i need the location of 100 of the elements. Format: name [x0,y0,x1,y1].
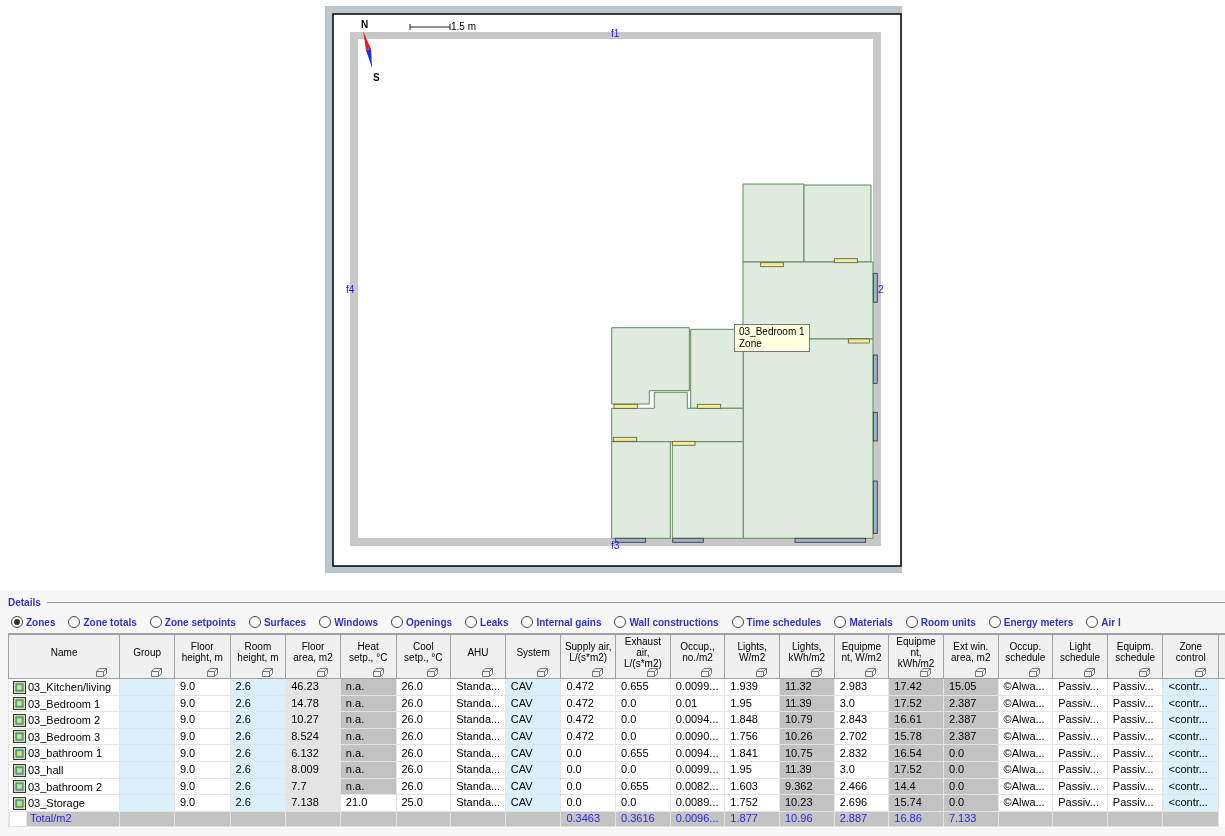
room[interactable] [803,184,872,263]
box-icon[interactable] [865,668,877,677]
box-icon[interactable] [316,668,328,677]
table-cell: 0.0 [615,711,671,729]
table-cell: Passiv... [1107,711,1163,729]
table-cell: 0.0 [560,794,616,812]
box-icon[interactable] [974,668,986,677]
zone-icon [13,763,26,777]
box-icon[interactable] [1195,668,1207,677]
table-cell: ©Alwa... [998,744,1053,762]
radio-option[interactable]: Materials [834,616,893,628]
door [671,440,696,446]
scale-bar [409,23,451,31]
room[interactable] [742,183,805,263]
facade-label: 2 [878,284,884,295]
table-cell: Standa... [450,695,506,712]
column-header[interactable]: Occup., no./m2 [670,634,725,679]
table-cell: 2.696 [834,794,889,812]
column-header[interactable]: Group [119,634,175,679]
room[interactable] [611,391,744,443]
box-icon[interactable] [701,668,713,677]
section-title: Details [8,596,41,608]
table-cell: 0.472 [560,695,616,712]
table-cell: 1.603 [724,778,780,795]
table-cell: Passiv... [1107,678,1163,696]
room[interactable] [611,441,671,539]
box-icon[interactable] [756,668,767,677]
table-cell: 9.0 [174,728,231,745]
table-cell: 1.752 [724,794,780,812]
table-cell: 3.0 [834,695,889,712]
table-cell: ©Alwa... [998,761,1053,779]
column-header[interactable]: Name [8,634,120,679]
column-header[interactable]: Exhaust air, L/(s*m2) [615,634,671,679]
column-header[interactable]: Light schedule [1052,634,1108,679]
radio-option[interactable]: Internal gains [521,616,602,628]
table-cell: 1.95 [724,695,780,712]
room[interactable] [611,327,690,405]
table-cell: 0.472 [560,678,616,696]
box-icon[interactable] [427,668,439,677]
table-cell: 0.0 [615,728,671,745]
column-header[interactable]: Occup. schedule [998,634,1053,679]
door [612,436,638,442]
radio-option[interactable]: Zone totals [68,616,137,628]
box-icon[interactable] [372,668,384,677]
box-icon[interactable] [810,668,822,677]
column-header[interactable]: Equipme nt, kWh/m2 [888,634,944,679]
table-cell: Standa... [450,728,506,745]
facade-label: f4 [346,284,355,295]
room[interactable] [671,441,744,539]
table-cell: 9.0 [174,794,231,812]
radio-option[interactable]: Energy meters [988,616,1074,628]
column-header[interactable]: Cool setp., °C [396,634,451,679]
table-cell: 9.0 [174,761,231,779]
column-header[interactable]: Floor area, m2 [285,634,341,679]
table-cell: Passiv... [1052,678,1108,696]
door [613,403,638,409]
table-cell: 2.832 [834,744,889,762]
box-icon[interactable] [592,668,604,677]
column-header[interactable]: Equipme nt, W/m2 [834,634,889,679]
box-icon[interactable] [919,668,931,677]
column-header[interactable]: Supply air, L/(s*m2) [560,634,616,679]
column-header[interactable]: AHU [450,634,506,679]
column-header[interactable]: Lights, kWh/m2 [779,634,835,679]
table-cell: ©Alwa... [998,711,1053,729]
radio-option[interactable]: Time schedules [731,616,822,628]
box-icon[interactable] [206,668,218,677]
box-icon[interactable] [1083,668,1095,677]
column-header[interactable]: Room height, m [230,634,286,679]
column-header[interactable]: Floor height, m [174,634,231,679]
radio-option[interactable]: Openings [390,616,453,628]
radio-option[interactable]: Leaks [465,616,509,628]
box-icon[interactable] [96,668,108,677]
table-cell: Standa... [450,761,506,779]
box-icon[interactable] [1139,668,1151,677]
table-cell: 26.0 [396,728,451,745]
box-icon[interactable] [646,668,658,677]
column-header[interactable]: Zone control [1162,634,1219,679]
table-cell: 0.0094... [670,711,725,729]
radio-option[interactable]: Zone setpoints [149,616,236,628]
radio-option[interactable]: Room units [905,616,976,628]
radio-option[interactable]: Zones [11,616,56,628]
column-header[interactable]: System [505,634,561,679]
box-icon[interactable] [537,668,549,677]
radio-option[interactable]: Surfaces [248,616,307,628]
table-cell: Passiv... [1052,728,1108,745]
window [872,480,878,534]
table-cell: Passiv... [1052,794,1108,812]
radio-option[interactable]: Wall constructions [614,616,719,628]
box-icon[interactable] [150,668,162,677]
radio-option[interactable]: Air l [1086,616,1121,628]
box-icon[interactable] [262,668,274,677]
radio-option[interactable]: Windows [319,616,378,628]
column-header[interactable]: Equipm. schedule [1107,634,1163,679]
table-cell: 0.0090... [670,728,725,745]
column-header[interactable]: Lights, W/m2 [724,634,780,679]
box-icon[interactable] [1029,668,1041,677]
column-header[interactable]: Ext win. area, m2 [943,634,999,679]
column-header[interactable]: Heat setp., °C [340,634,396,679]
table-cell: 0.472 [560,711,616,729]
box-icon[interactable] [481,668,493,677]
